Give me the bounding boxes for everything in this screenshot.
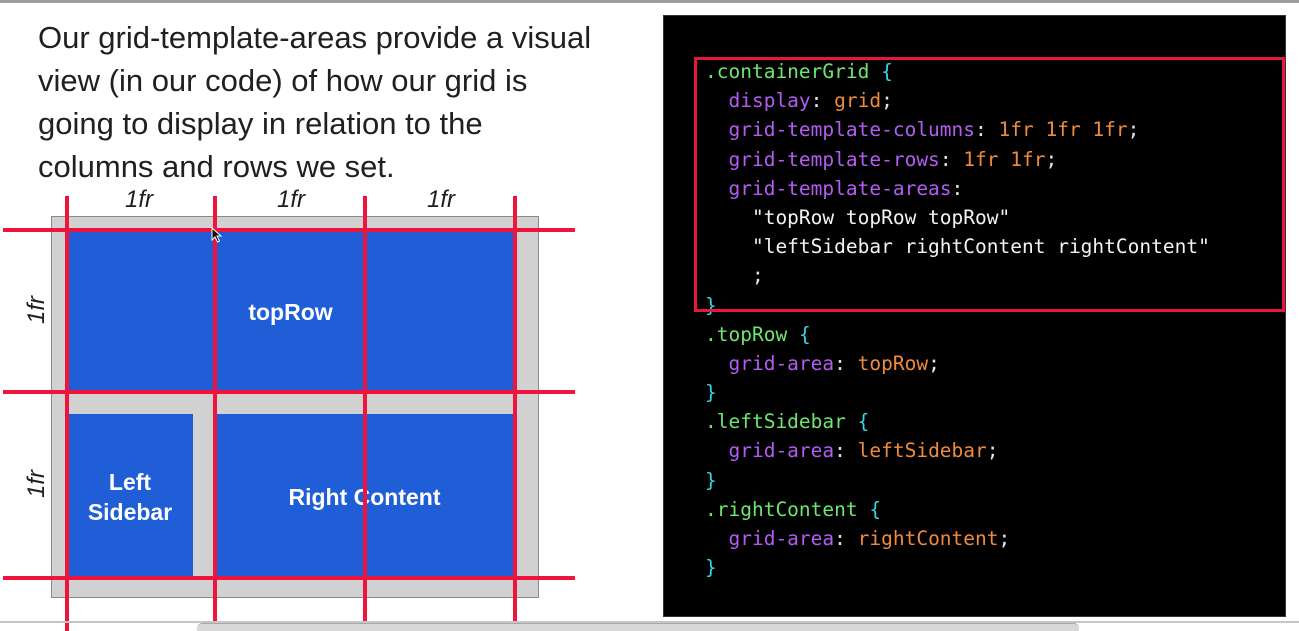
row-label-2: 1fr (23, 470, 50, 499)
code-token: ; (998, 527, 1011, 550)
code-token: grid-area (705, 527, 835, 550)
code-token: leftSidebar (857, 439, 987, 463)
code-token: .leftSidebar (705, 410, 846, 434)
container-grid-highlight (694, 57, 1285, 312)
mouse-cursor-icon (211, 227, 223, 243)
grid-diagram: topRow Left Sidebar Right Content 1fr 1f… (0, 180, 600, 631)
code-line: grid-area: rightContent; (705, 524, 1210, 553)
code-token: grid-area (705, 351, 835, 375)
code-token: { (857, 410, 870, 434)
top-divider (0, 0, 1299, 3)
code-line: .leftSidebar { (705, 407, 1210, 436)
code-token: .rightContent (705, 497, 858, 521)
area-left-sidebar: Left Sidebar (67, 414, 193, 579)
grid-line-row-1 (3, 228, 575, 232)
code-line: .rightContent { (705, 495, 1210, 524)
grid-line-col-4 (513, 196, 517, 631)
code-line: } (705, 466, 1210, 495)
column-label-1: 1fr (124, 186, 153, 213)
code-token: } (705, 468, 717, 492)
code-line: grid-area: topRow; (705, 349, 1210, 378)
code-line: } (705, 553, 1210, 582)
area-top-row: topRow (67, 231, 514, 392)
grid-line-col-3 (363, 196, 367, 631)
code-token: : (834, 527, 858, 550)
area-top-row-label: topRow (248, 298, 333, 325)
code-token: } (705, 381, 717, 405)
explanation-line: Our grid-template-areas provide a visual (38, 20, 592, 55)
code-line: grid-area: leftSidebar; (705, 436, 1210, 465)
code-token: ; (986, 439, 999, 463)
code-line: } (705, 378, 1210, 407)
grid-line-row-2 (3, 390, 575, 394)
code-token: { (798, 322, 811, 346)
slide: Our grid-template-areas provide a visual… (0, 0, 1299, 631)
explanation-text: Our grid-template-areas provide a visual… (38, 16, 638, 188)
column-label-3: 1fr (426, 186, 455, 213)
taskbar-dock (197, 623, 1079, 631)
code-token: : (834, 351, 858, 375)
explanation-line: view (in our code) of how our grid is (38, 63, 528, 98)
column-label-2: 1fr (276, 186, 305, 213)
code-token: .topRow (705, 322, 788, 346)
grid-line-row-3 (3, 576, 575, 580)
grid-line-col-1 (65, 196, 69, 631)
code-token: : (834, 439, 858, 463)
code-token: { (869, 497, 882, 521)
code-token: } (705, 556, 717, 580)
grid-line-col-2 (213, 196, 217, 631)
explanation-line: going to display in relation to the (38, 106, 483, 141)
code-token: topRow (857, 351, 929, 375)
area-left-sidebar-label: Left Sidebar (87, 468, 173, 525)
code-token: ; (928, 351, 940, 375)
code-token: grid-area (705, 439, 835, 463)
code-line: .topRow { (705, 320, 1210, 349)
code-token: rightContent (857, 527, 999, 550)
row-label-1: 1fr (23, 296, 50, 325)
